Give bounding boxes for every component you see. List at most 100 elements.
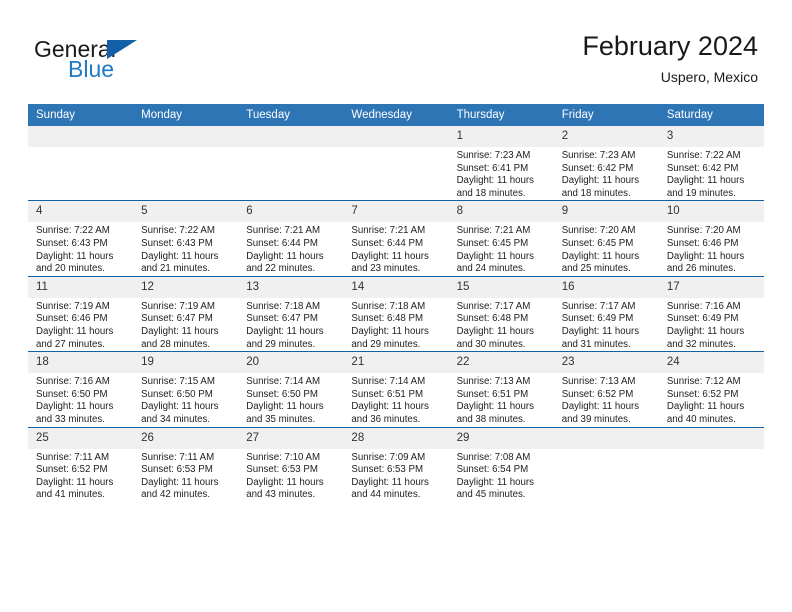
day-number: 28 [343,427,449,449]
sunset-text: Sunset: 6:42 PM [561,162,634,174]
day-number: 9 [553,201,659,223]
sunset-text: Sunset: 6:41 PM [456,162,529,174]
calendar-day-cell-empty [28,126,134,201]
calendar-day-cell[interactable]: 15 Sunrise: 7:17 AM Sunset: 6:48 PM Dayligh… [448,275,554,352]
daylight-text-line1: Daylight: 11 hours [456,325,534,337]
weekday-header-friday: Friday [553,104,659,126]
calendar-day-cell[interactable]: 26 Sunrise: 7:11 AM Sunset: 6:53 PM Dayligh… [133,426,239,502]
day-number: 13 [238,276,344,298]
sunset-text: Sunset: 6:52 PM [36,464,108,476]
calendar-day-cell[interactable]: 18 Sunrise: 7:16 AM Sunset: 6:50 PM Dayligh… [28,351,134,427]
sunset-text: Sunset: 6:51 PM [351,388,424,400]
daylight-text-line2: and 35 minutes. [246,413,316,425]
calendar-day-cell[interactable]: 12 Sunrise: 7:19 AM Sunset: 6:47 PM Dayligh… [133,275,239,352]
page-header: General Blue February 2024 Uspero, Mexic… [28,30,764,98]
daylight-text-line1: Daylight: 11 hours [141,250,219,262]
daylight-text-line1: Daylight: 11 hours [666,175,745,187]
sunset-text: Sunset: 6:49 PM [666,313,739,325]
day-cell-inner [658,427,764,502]
day-cell-inner: 9 Sunrise: 7:20 AM Sunset: 6:45 PM Daylight… [553,201,659,275]
daylight-text-line2: and 29 minutes. [246,338,316,350]
daylight-text-line2: and 33 minutes. [36,413,105,425]
calendar-week-row: 11 Sunrise: 7:19 AM Sunset: 6:46 PM Dayligh… [28,275,764,352]
daylight-text-line2: and 24 minutes. [456,263,526,275]
calendar-day-cell[interactable]: 7 Sunrise: 7:21 AM Sunset: 6:44 PM Daylight… [343,200,449,277]
daylight-text-line2: and 43 minutes. [246,489,316,501]
calendar-table: Sunday Monday Tuesday Wednesday Thursday… [28,104,764,502]
weekday-header-thursday: Thursday [448,104,554,126]
calendar-day-cell[interactable]: 19 Sunrise: 7:15 AM Sunset: 6:50 PM Dayligh… [133,351,239,427]
day-details: Sunrise: 7:18 AM Sunset: 6:47 PM Daylight:… [238,298,343,351]
calendar-day-cell[interactable]: 24 Sunrise: 7:12 AM Sunset: 6:52 PM Dayligh… [658,351,764,427]
sunrise-text: Sunrise: 7:19 AM [141,300,215,312]
daylight-text-line1: Daylight: 11 hours [36,401,114,413]
general-blue-logo[interactable]: General Blue [34,36,234,92]
calendar-day-cell[interactable]: 3 Sunrise: 7:22 AM Sunset: 6:42 PM Daylight… [658,126,764,201]
daylight-text-line1: Daylight: 11 hours [246,401,324,413]
day-cell-inner [553,427,659,502]
sunset-text: Sunset: 6:47 PM [141,313,213,325]
calendar-day-cell[interactable]: 23 Sunrise: 7:13 AM Sunset: 6:52 PM Dayligh… [553,351,659,427]
daylight-text-line2: and 27 minutes. [36,338,105,350]
day-cell-inner: 10 Sunrise: 7:20 AM Sunset: 6:46 PM Dayligh… [658,201,764,275]
sunset-text: Sunset: 6:53 PM [141,464,213,476]
calendar-day-cell[interactable]: 28 Sunrise: 7:09 AM Sunset: 6:53 PM Dayligh… [343,426,449,502]
day-cell-inner: 22 Sunrise: 7:13 AM Sunset: 6:51 PM Dayligh… [448,352,554,426]
daylight-text-line1: Daylight: 11 hours [561,175,640,187]
calendar-day-cell[interactable]: 13 Sunrise: 7:18 AM Sunset: 6:47 PM Dayligh… [238,275,344,352]
day-cell-inner: 24 Sunrise: 7:12 AM Sunset: 6:52 PM Dayligh… [658,352,764,426]
daylight-text-line1: Daylight: 11 hours [351,250,429,262]
sunrise-text: Sunrise: 7:21 AM [456,225,531,237]
sunrise-text: Sunrise: 7:17 AM [456,300,531,312]
day-details: Sunrise: 7:20 AM Sunset: 6:45 PM Daylight:… [554,222,659,275]
calendar-day-cell[interactable]: 6 Sunrise: 7:21 AM Sunset: 6:44 PM Daylight… [238,200,344,277]
daylight-text-line2: and 38 minutes. [456,413,526,425]
calendar-day-cell[interactable]: 22 Sunrise: 7:13 AM Sunset: 6:51 PM Dayligh… [448,351,554,427]
calendar-day-cell[interactable]: 25 Sunrise: 7:11 AM Sunset: 6:52 PM Dayligh… [28,426,134,502]
calendar-day-cell[interactable]: 10 Sunrise: 7:20 AM Sunset: 6:46 PM Dayligh… [658,200,764,277]
day-number: 21 [343,352,449,374]
calendar-day-cell[interactable]: 27 Sunrise: 7:10 AM Sunset: 6:53 PM Dayligh… [238,426,344,502]
sunset-text: Sunset: 6:46 PM [36,313,108,325]
daylight-text-line2: and 29 minutes. [351,338,421,350]
calendar-day-cell[interactable]: 14 Sunrise: 7:18 AM Sunset: 6:48 PM Dayligh… [343,275,449,352]
day-cell-inner: 25 Sunrise: 7:11 AM Sunset: 6:52 PM Dayligh… [28,427,134,502]
calendar-day-cell[interactable]: 2 Sunrise: 7:23 AM Sunset: 6:42 PM Daylight… [553,126,659,201]
sunset-text: Sunset: 6:47 PM [246,313,318,325]
daylight-text-line2: and 18 minutes. [561,187,631,199]
sunset-text: Sunset: 6:44 PM [246,237,318,249]
calendar-day-cell[interactable]: 29 Sunrise: 7:08 AM Sunset: 6:54 PM Dayligh… [448,426,554,502]
day-details: Sunrise: 7:13 AM Sunset: 6:51 PM Daylight:… [449,373,554,426]
day-cell-inner: 2 Sunrise: 7:23 AM Sunset: 6:42 PM Daylight… [553,126,659,200]
calendar-day-cell-empty [133,126,239,201]
daylight-text-line2: and 25 minutes. [561,263,631,275]
day-details: Sunrise: 7:21 AM Sunset: 6:45 PM Daylight:… [449,222,554,275]
sunset-text: Sunset: 6:53 PM [351,464,424,476]
calendar-day-cell[interactable]: 21 Sunrise: 7:14 AM Sunset: 6:51 PM Dayligh… [343,351,449,427]
sunrise-text: Sunrise: 7:21 AM [246,225,321,237]
calendar-day-cell[interactable]: 11 Sunrise: 7:19 AM Sunset: 6:46 PM Dayligh… [28,275,134,352]
day-cell-inner: 20 Sunrise: 7:14 AM Sunset: 6:50 PM Dayligh… [238,352,344,426]
calendar-day-cell[interactable]: 5 Sunrise: 7:22 AM Sunset: 6:43 PM Daylight… [133,200,239,277]
daylight-text-line2: and 45 minutes. [456,489,526,501]
weekday-header-wednesday: Wednesday [343,104,449,126]
sunrise-text: Sunrise: 7:10 AM [246,451,321,463]
day-number: 3 [658,126,764,147]
calendar-day-cell[interactable]: 4 Sunrise: 7:22 AM Sunset: 6:43 PM Daylight… [28,200,134,277]
daylight-text-line2: and 26 minutes. [666,263,736,275]
day-number [238,126,344,147]
day-cell-inner: 6 Sunrise: 7:21 AM Sunset: 6:44 PM Daylight… [238,201,344,275]
daylight-text-line2: and 41 minutes. [36,489,105,501]
calendar-day-cell[interactable]: 8 Sunrise: 7:21 AM Sunset: 6:45 PM Daylight… [448,200,554,277]
calendar-week-row: 25 Sunrise: 7:11 AM Sunset: 6:52 PM Dayligh… [28,426,764,502]
day-details: Sunrise: 7:10 AM Sunset: 6:53 PM Daylight:… [238,449,343,502]
day-details: Sunrise: 7:22 AM Sunset: 6:42 PM Daylight:… [659,147,764,200]
calendar-day-cell[interactable]: 20 Sunrise: 7:14 AM Sunset: 6:50 PM Dayligh… [238,351,344,427]
calendar-day-cell[interactable]: 16 Sunrise: 7:17 AM Sunset: 6:49 PM Dayligh… [553,275,659,352]
calendar-day-cell[interactable]: 9 Sunrise: 7:20 AM Sunset: 6:45 PM Daylight… [553,200,659,277]
sunset-text: Sunset: 6:54 PM [456,464,529,476]
day-cell-inner: 3 Sunrise: 7:22 AM Sunset: 6:42 PM Daylight… [658,126,764,200]
day-cell-inner: 8 Sunrise: 7:21 AM Sunset: 6:45 PM Daylight… [448,201,554,275]
calendar-day-cell[interactable]: 1 Sunrise: 7:23 AM Sunset: 6:41 PM Daylight… [448,126,554,201]
calendar-day-cell[interactable]: 17 Sunrise: 7:16 AM Sunset: 6:49 PM Dayligh… [658,275,764,352]
